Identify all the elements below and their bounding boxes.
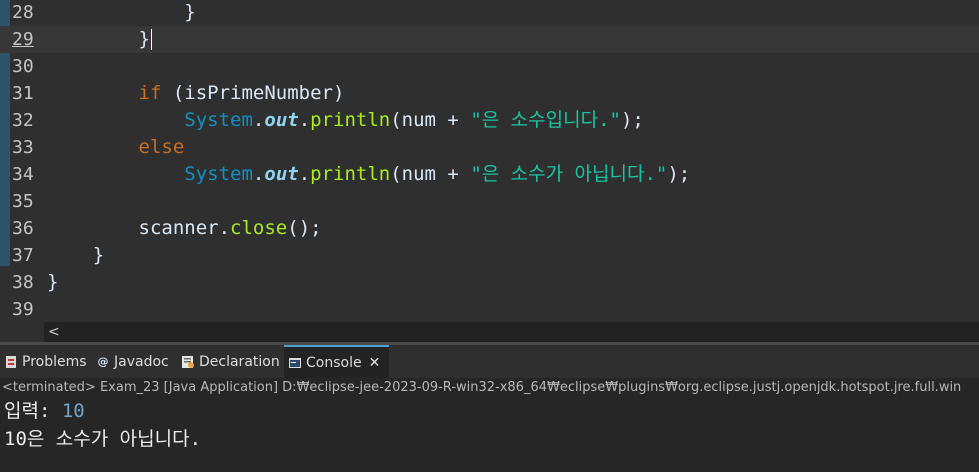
line-number: 28 bbox=[12, 2, 34, 23]
code-text: } bbox=[47, 0, 196, 26]
console-icon bbox=[288, 356, 302, 370]
code-text: else bbox=[47, 134, 185, 161]
close-icon[interactable]: ✕ bbox=[369, 355, 381, 371]
code-line[interactable]: 34 System.out.println(num + "은 소수가 아닙니다.… bbox=[0, 161, 979, 188]
line-number: 31 bbox=[12, 83, 34, 104]
code-token: . bbox=[298, 163, 311, 185]
tab-declaration[interactable]: Declaration bbox=[177, 345, 284, 378]
console-prompt: 입력: bbox=[4, 400, 62, 422]
tab-javadoc[interactable]: @ Javadoc bbox=[92, 345, 177, 378]
code-line[interactable]: 31 if (isPrimeNumber) bbox=[0, 80, 979, 107]
code-token: . bbox=[252, 109, 265, 131]
code-line[interactable]: 39 bbox=[0, 296, 979, 322]
field-token: out bbox=[264, 163, 299, 185]
code-token: } bbox=[92, 244, 105, 266]
code-line[interactable]: 35 bbox=[0, 188, 979, 215]
code-line[interactable]: 36 scanner.close(); bbox=[0, 215, 979, 242]
code-line[interactable]: 38} bbox=[0, 269, 979, 296]
code-token: . bbox=[252, 163, 265, 185]
tab-label: Declaration bbox=[199, 353, 280, 370]
line-number: 33 bbox=[12, 137, 34, 158]
code-line[interactable]: 33 else bbox=[0, 134, 979, 161]
line-number: 29 bbox=[12, 29, 34, 50]
code-line[interactable]: 30 bbox=[0, 53, 979, 80]
line-number: 35 bbox=[12, 191, 34, 212]
console-input-line: 입력: 10 bbox=[4, 398, 85, 425]
code-token: } bbox=[184, 1, 196, 23]
code-token: (isPrimeNumber) bbox=[161, 82, 345, 104]
tab-label: Console bbox=[306, 354, 362, 371]
code-token: ); bbox=[667, 163, 691, 185]
scroll-left-icon[interactable]: < bbox=[48, 322, 62, 342]
code-text: } bbox=[47, 26, 152, 53]
code-line[interactable]: 29 } bbox=[0, 26, 979, 53]
tab-label: Problems bbox=[22, 353, 87, 370]
code-text: System.out.println(num + "은 소수입니다."); bbox=[47, 107, 644, 134]
code-line[interactable]: 32 System.out.println(num + "은 소수입니다."); bbox=[0, 107, 979, 134]
tab-label: Javadoc bbox=[114, 353, 169, 370]
code-token: (num + bbox=[390, 109, 471, 131]
code-token: } bbox=[47, 271, 59, 293]
views-tab-bar: Problems @ Javadoc Declaration Console ✕ bbox=[0, 345, 979, 378]
code-line[interactable]: 28 } bbox=[0, 0, 979, 26]
string-token: "은 소수가 아닙니다." bbox=[470, 163, 668, 185]
method-token: close bbox=[230, 217, 288, 239]
method-token: println bbox=[310, 109, 391, 131]
code-token: (num + bbox=[390, 163, 471, 185]
line-number: 37 bbox=[12, 245, 34, 266]
problems-icon bbox=[4, 355, 18, 369]
tab-console[interactable]: Console ✕ bbox=[284, 345, 389, 378]
class-token: System bbox=[184, 109, 253, 131]
code-text: } bbox=[47, 269, 58, 296]
code-token: } bbox=[138, 28, 150, 50]
tab-problems[interactable]: Problems bbox=[0, 345, 92, 378]
keyword-token: if bbox=[138, 82, 162, 104]
line-number: 36 bbox=[12, 218, 34, 239]
text-caret bbox=[150, 29, 152, 50]
method-token: println bbox=[310, 163, 391, 185]
console-view[interactable]: <terminated> Exam_23 [Java Application] … bbox=[0, 378, 979, 472]
code-token: (); bbox=[287, 217, 322, 239]
code-line[interactable]: 37 } bbox=[0, 242, 979, 269]
code-text: System.out.println(num + "은 소수가 아닙니다."); bbox=[47, 161, 690, 188]
code-token: ); bbox=[620, 109, 644, 131]
field-token: out bbox=[264, 109, 299, 131]
line-number: 34 bbox=[12, 164, 34, 185]
console-output-line: 10은 소수가 아닙니다. bbox=[4, 428, 202, 450]
code-token: . bbox=[298, 109, 311, 131]
code-editor[interactable]: 28 } 29 } 30 31 if (isPrimeNumber) 32 System… bbox=[0, 0, 979, 322]
console-input-value: 10 bbox=[61, 400, 85, 422]
line-number: 30 bbox=[12, 56, 34, 77]
line-number: 38 bbox=[12, 272, 34, 293]
declaration-icon bbox=[181, 355, 195, 369]
keyword-token: else bbox=[138, 136, 185, 158]
class-token: System bbox=[184, 163, 253, 185]
line-number: 39 bbox=[12, 299, 34, 320]
horizontal-scrollbar[interactable]: < bbox=[44, 322, 979, 342]
code-text: scanner.close(); bbox=[47, 215, 322, 242]
line-number: 32 bbox=[12, 110, 34, 131]
code-text: } bbox=[47, 242, 104, 269]
console-status-line: <terminated> Exam_23 [Java Application] … bbox=[2, 380, 962, 395]
string-token: "은 소수입니다." bbox=[470, 109, 621, 131]
code-token: scanner bbox=[138, 217, 219, 239]
code-text: if (isPrimeNumber) bbox=[47, 80, 345, 107]
javadoc-icon: @ bbox=[97, 355, 109, 368]
code-token: . bbox=[218, 217, 231, 239]
